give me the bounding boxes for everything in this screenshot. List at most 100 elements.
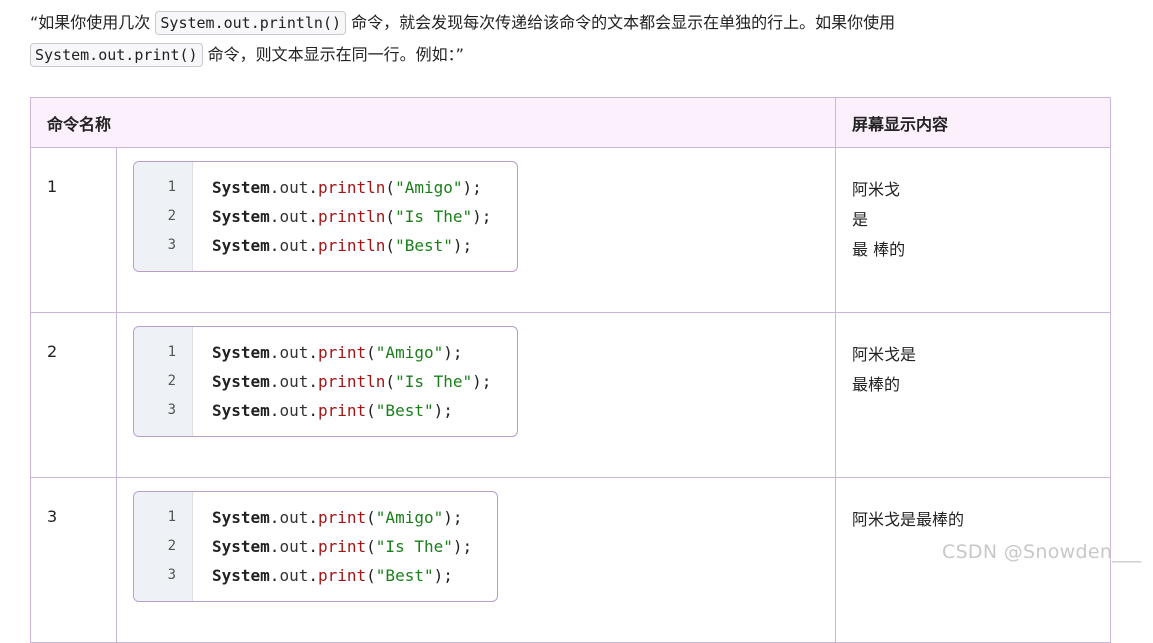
code-object-token: out xyxy=(279,401,309,420)
code-class-token: System xyxy=(212,236,270,255)
line-number: 3 xyxy=(167,402,176,418)
screen-output-cell: 阿米戈是最棒的 xyxy=(835,312,1112,478)
code-lines: System.out.print("Amigo"); System.out.pri… xyxy=(193,327,507,436)
code-method-token: print xyxy=(317,508,367,527)
code-close-token: ); xyxy=(472,372,492,391)
code-cell: 1 2 3 System.out.println("Amigo"); System.ou… xyxy=(115,147,837,313)
line-number: 2 xyxy=(167,538,176,554)
code-line: System.out.print("Amigo"); xyxy=(212,338,491,367)
code-string-token: "Is The" xyxy=(375,537,453,556)
code-paren-token: ( xyxy=(366,566,376,585)
header-screen-output: 屏幕显示内容 xyxy=(835,97,1112,148)
code-object-token: out xyxy=(279,537,309,556)
line-number-gutter: 1 2 3 xyxy=(134,492,193,601)
code-string-token: "Amigo" xyxy=(375,508,444,527)
code-line: System.out.print("Amigo"); xyxy=(212,503,472,532)
output-line: 是 xyxy=(852,210,869,229)
code-object-token: out xyxy=(279,508,309,527)
code-close-token: ); xyxy=(452,537,473,556)
code-dot-token: . xyxy=(308,178,318,197)
code-close-token: ); xyxy=(472,207,492,226)
code-dot-token: . xyxy=(308,207,318,226)
intro-text-1: “如果你使用几次 xyxy=(30,13,156,32)
code-class-token: System xyxy=(212,178,270,197)
code-dot-token: . xyxy=(269,343,280,362)
code-paren-token: ( xyxy=(366,508,376,527)
line-number: 3 xyxy=(167,567,176,583)
intro-text-2: 命令，就会发现每次传递给该命令的文本都会显示在单独的行上。如果你使用 xyxy=(346,13,896,32)
row-number: 2 xyxy=(30,312,117,478)
line-number: 1 xyxy=(167,509,176,525)
code-dot-token: . xyxy=(308,537,318,556)
code-dot-token: . xyxy=(308,343,318,362)
code-string-token: "Is The" xyxy=(395,207,473,226)
code-paren-token: ( xyxy=(366,401,376,420)
output-line: 阿米戈是 xyxy=(852,345,917,364)
code-dot-token: . xyxy=(308,401,318,420)
code-block: 1 2 3 System.out.print("Amigo"); System.out.… xyxy=(133,491,498,602)
code-block: 1 2 3 System.out.println("Amigo"); System.ou… xyxy=(133,161,518,272)
code-method-token: println xyxy=(317,372,386,391)
code-dot-token: . xyxy=(269,401,280,420)
code-line: System.out.print("Best"); xyxy=(212,396,491,425)
code-dot-token: . xyxy=(308,236,318,255)
code-string-token: "Best" xyxy=(375,401,434,420)
watermark: CSDN @Snowden___ xyxy=(942,541,1142,563)
code-close-token: ); xyxy=(443,343,463,362)
code-close-token: ); xyxy=(433,566,453,585)
code-method-token: println xyxy=(317,178,386,197)
code-string-token: "Amigo" xyxy=(375,343,444,362)
code-cell: 1 2 3 System.out.print("Amigo"); System.out.… xyxy=(115,477,837,643)
code-class-token: System xyxy=(212,343,270,362)
code-dot-token: . xyxy=(308,508,318,527)
code-object-token: out xyxy=(279,343,309,362)
code-object-token: out xyxy=(279,178,309,197)
code-method-token: println xyxy=(317,236,386,255)
table-row: 1 1 2 3 System.out.println("Amigo"); System.o… xyxy=(30,147,1112,313)
code-class-token: System xyxy=(212,207,270,226)
line-number: 3 xyxy=(167,237,176,253)
code-string-token: "Best" xyxy=(375,566,434,585)
code-close-token: ); xyxy=(443,508,463,527)
line-number: 1 xyxy=(167,179,176,195)
code-string-token: "Amigo" xyxy=(395,178,463,197)
code-paren-token: ( xyxy=(385,236,396,255)
code-paren-token: ( xyxy=(366,343,376,362)
code-line: System.out.println("Is The"); xyxy=(212,202,491,231)
code-lines: System.out.print("Amigo"); System.out.pri… xyxy=(193,492,488,601)
intro-text-3: 命令，则文本显示在同一行。例如：” xyxy=(202,45,464,64)
code-paren-token: ( xyxy=(385,372,396,391)
code-class-token: System xyxy=(212,401,270,420)
code-dot-token: . xyxy=(269,207,280,226)
code-dot-token: . xyxy=(269,236,280,255)
line-number-gutter: 1 2 3 xyxy=(134,327,193,436)
intro-paragraph: “如果你使用几次 System.out.println() 命令，就会发现每次传… xyxy=(30,7,1030,71)
code-line: System.out.println("Best"); xyxy=(212,231,491,260)
row-number: 3 xyxy=(30,477,117,643)
inline-code-println: System.out.println() xyxy=(155,11,347,35)
header-command-name: 命令名称 xyxy=(29,97,837,148)
code-method-token: print xyxy=(317,343,367,362)
code-object-token: out xyxy=(279,566,309,585)
line-number: 2 xyxy=(167,373,176,389)
code-paren-token: ( xyxy=(366,537,376,556)
code-object-token: out xyxy=(279,236,309,255)
code-cell: 1 2 3 System.out.print("Amigo"); System.out.… xyxy=(115,312,837,478)
table-header-row: 命令名称 屏幕显示内容 xyxy=(29,97,1112,148)
code-line: System.out.println("Is The"); xyxy=(212,367,491,396)
code-object-token: out xyxy=(279,207,309,226)
code-line: System.out.print("Best"); xyxy=(212,561,472,590)
code-paren-token: ( xyxy=(385,178,396,197)
code-close-token: ); xyxy=(462,178,482,197)
output-line: 阿米戈 xyxy=(852,180,901,199)
code-close-token: ); xyxy=(452,236,473,255)
code-dot-token: . xyxy=(269,508,280,527)
code-class-token: System xyxy=(212,508,270,527)
code-dot-token: . xyxy=(269,372,280,391)
row-number: 1 xyxy=(30,147,117,313)
line-number: 1 xyxy=(167,344,176,360)
inline-code-print: System.out.print() xyxy=(30,43,203,67)
output-line: 最棒的 xyxy=(852,375,901,394)
code-line: System.out.print("Is The"); xyxy=(212,532,472,561)
code-class-token: System xyxy=(212,372,270,391)
